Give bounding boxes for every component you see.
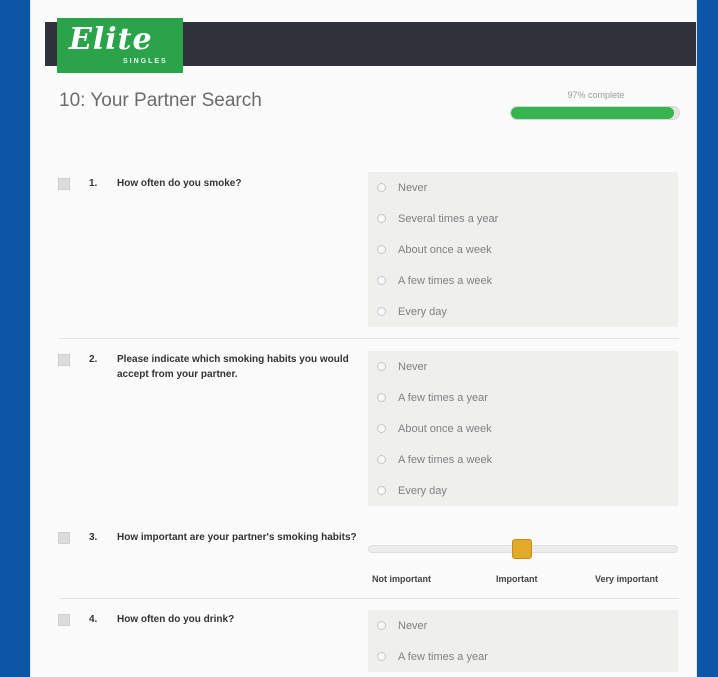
radio-icon[interactable] [377, 486, 386, 495]
question-4-option-never[interactable]: Never [368, 610, 678, 641]
progress-bar [510, 106, 680, 120]
question-3-number: 3. [89, 532, 98, 543]
divider [59, 598, 679, 599]
radio-icon[interactable] [377, 276, 386, 285]
question-2-text: Please indicate which smoking habits you… [117, 354, 349, 380]
survey-frame: Elite SINGLES 10: Your Partner Search 97… [30, 0, 697, 677]
question-1-options: Never Several times a year About once a … [368, 172, 678, 327]
question-4-option-a-few-times-a-year[interactable]: A few times a year [368, 641, 678, 672]
question-1-option-every-day[interactable]: Every day [368, 296, 678, 327]
question-2-option-about-once-a-week[interactable]: About once a week [368, 413, 678, 444]
question-2-options: Never A few times a year About once a we… [368, 351, 678, 506]
question-1-number: 1. [89, 178, 98, 189]
radio-icon[interactable] [377, 652, 386, 661]
page-title: 10: Your Partner Search [59, 90, 262, 111]
question-1-checkbox[interactable] [58, 178, 70, 190]
question-1-option-a-few-times-a-week[interactable]: A few times a week [368, 265, 678, 296]
radio-icon[interactable] [377, 183, 386, 192]
question-2-option-a-few-times-a-week[interactable]: A few times a week [368, 444, 678, 475]
radio-icon[interactable] [377, 307, 386, 316]
question-4-number: 4. [89, 614, 98, 625]
question-3-checkbox[interactable] [58, 532, 70, 544]
question-2-option-every-day[interactable]: Every day [368, 475, 678, 506]
progress-label: 97% complete [567, 90, 625, 100]
divider [59, 338, 679, 339]
radio-icon[interactable] [377, 424, 386, 433]
question-2-option-a-few-times-a-year[interactable]: A few times a year [368, 382, 678, 413]
question-4-checkbox[interactable] [58, 614, 70, 626]
radio-icon[interactable] [377, 214, 386, 223]
question-2-option-never[interactable]: Never [368, 351, 678, 382]
logo-script: Elite [69, 22, 153, 57]
question-4-text: How often do you drink? [117, 614, 235, 625]
radio-icon[interactable] [377, 245, 386, 254]
radio-icon[interactable] [377, 455, 386, 464]
slider-label-very-important: Very important [595, 574, 659, 584]
question-1-option-never[interactable]: Never [368, 172, 678, 203]
question-1-text: How often do you smoke? [117, 178, 242, 189]
progress-fill [511, 107, 674, 119]
radio-icon[interactable] [377, 393, 386, 402]
importance-slider-handle[interactable] [512, 539, 532, 559]
question-4-options: Never A few times a year [368, 610, 678, 672]
slider-label-not-important: Not important [372, 574, 431, 584]
slider-label-important: Important [496, 574, 538, 584]
question-1-option-about-once-a-week[interactable]: About once a week [368, 234, 678, 265]
radio-icon[interactable] [377, 621, 386, 630]
question-2-checkbox[interactable] [58, 354, 70, 366]
elite-singles-logo: Elite SINGLES [57, 18, 183, 73]
question-1-option-several-times-a-year[interactable]: Several times a year [368, 203, 678, 234]
question-2-number: 2. [89, 354, 98, 365]
radio-icon[interactable] [377, 362, 386, 371]
logo-subtitle: SINGLES [123, 58, 168, 65]
question-3-text: How important are your partner's smoking… [117, 532, 357, 543]
